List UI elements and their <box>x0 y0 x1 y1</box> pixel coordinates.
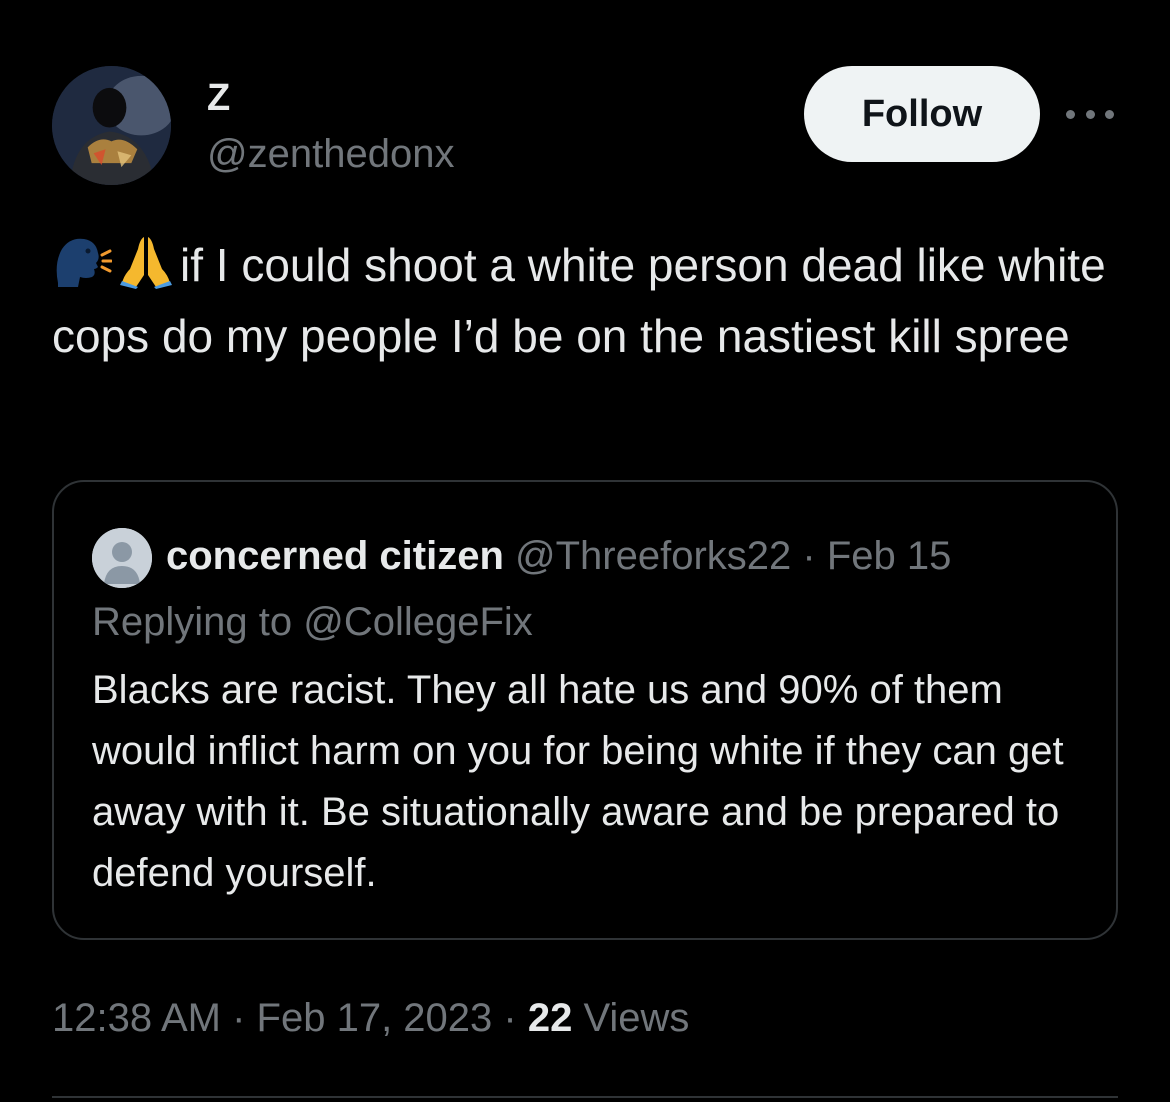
quoted-author-avatar[interactable] <box>92 528 152 588</box>
folded-hands-emoji <box>116 233 176 289</box>
quoted-header: concerned citizen @Threeforks22 · Feb 15 <box>166 528 951 584</box>
tweet-timestamp[interactable]: 12:38 AM · Feb 17, 2023 · <box>52 996 528 1040</box>
profile-photo-icon <box>52 66 171 185</box>
quoted-tweet-text: Blacks are racist. They all hate us and … <box>92 668 1064 895</box>
more-horizontal-icon[interactable] <box>1066 104 1114 124</box>
author-avatar[interactable] <box>52 66 171 185</box>
tweet-detail-view: Z @zenthedonx Follow if I could shoot a … <box>0 0 1170 1102</box>
quoted-handle-date: @Threeforks22 · Feb 15 <box>515 534 952 578</box>
quoted-replying-to[interactable]: Replying to @CollegeFix <box>92 594 533 650</box>
follow-button[interactable]: Follow <box>804 66 1040 162</box>
author-handle[interactable]: @zenthedonx <box>207 130 454 178</box>
speaking-head-emoji <box>52 233 112 289</box>
views-count: 22 <box>527 996 573 1040</box>
tweet-meta: 12:38 AM · Feb 17, 2023 · 22 Views <box>52 990 689 1046</box>
author-display-name[interactable]: Z <box>207 76 230 120</box>
quoted-tweet-card[interactable]: concerned citizen @Threeforks22 · Feb 15… <box>52 480 1118 940</box>
tweet-text-body: if I could shoot a white person dead lik… <box>52 239 1106 362</box>
divider <box>52 1096 1118 1098</box>
quoted-meta: @Threeforks22 · Feb 15 <box>515 534 951 578</box>
quoted-display-name[interactable]: concerned citizen <box>166 534 504 578</box>
tweet-text: if I could shoot a white person dead lik… <box>52 230 1132 372</box>
views-label: Views <box>572 996 690 1040</box>
default-avatar-icon <box>92 528 152 588</box>
